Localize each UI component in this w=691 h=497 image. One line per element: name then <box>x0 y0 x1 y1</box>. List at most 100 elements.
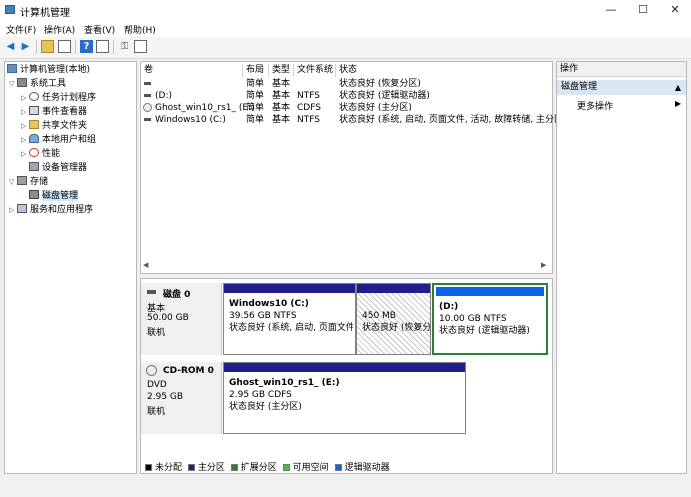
cdrom-0-label[interactable]: CD-ROM 0 DVD 2.95 GB 联机 <box>141 362 222 434</box>
table-row[interactable]: Ghost_win10_rs1_ (E:) 简单 基本 CDFS 状态良好 (主… <box>141 102 552 114</box>
menu-bar: 文件(F) 操作(A) 查看(V) 帮助(H) <box>0 21 691 37</box>
disk-map: 磁盘 0 基本 50.00 GB 联机 Windows10 (C:) 39.56… <box>140 278 553 474</box>
volume-icon <box>144 118 151 121</box>
chevron-right-icon[interactable]: ▷ <box>21 134 29 147</box>
column-filesystem[interactable]: 文件系统 <box>294 64 336 77</box>
swatch-free <box>282 464 290 471</box>
partition-recovery[interactable]: 450 MB 状态良好 (恢复分 <box>356 283 431 355</box>
storage-icon <box>17 176 27 185</box>
tools-icon <box>17 78 27 87</box>
tree-item-storage[interactable]: ▽ 存储 <box>9 176 48 189</box>
chevron-right-icon[interactable]: ▷ <box>21 120 29 133</box>
tree-item-local-users[interactable]: ▷ 本地用户和组 <box>21 134 96 147</box>
legend-item: 主分区 <box>185 463 225 473</box>
tree-item-services[interactable]: ▷ 服务和应用程序 <box>9 204 93 217</box>
logical-drive-bar <box>436 287 544 296</box>
swatch-primary <box>187 464 195 471</box>
primary-partition-bar <box>224 284 355 293</box>
help-icon[interactable]: ? <box>80 40 93 53</box>
horizontal-scrollbar[interactable]: ◀ ▶ <box>143 260 550 271</box>
menu-help[interactable]: 帮助(H) <box>124 23 156 36</box>
legend-item: 扩展分区 <box>228 463 277 473</box>
table-row[interactable]: 简单 基本 状态良好 (恢复分区) <box>141 78 552 90</box>
scroll-right-icon[interactable]: ▶ <box>541 260 550 271</box>
partition-c[interactable]: Windows10 (C:) 39.56 GB NTFS 状态良好 (系统, 启… <box>223 283 356 355</box>
folder-up-icon[interactable] <box>41 40 54 53</box>
services-icon <box>17 204 27 213</box>
maximize-button[interactable]: ☐ <box>627 0 659 21</box>
tree-item-disk-management[interactable]: 磁盘管理 <box>29 190 79 203</box>
toolbar-separator <box>36 40 37 54</box>
performance-icon <box>29 148 39 157</box>
menu-file[interactable]: 文件(F) <box>6 23 36 36</box>
view-icon[interactable] <box>134 40 147 53</box>
more-actions-link[interactable]: 更多操作 <box>577 99 613 112</box>
actions-header: 操作 <box>557 62 686 77</box>
tree-item-device-manager[interactable]: 设备管理器 <box>29 162 87 175</box>
clock-icon <box>29 92 39 101</box>
event-viewer-icon <box>29 106 39 115</box>
chevron-right-icon[interactable]: ▷ <box>21 148 29 161</box>
legend-item: 逻辑驱动器 <box>332 463 390 473</box>
key-icon[interactable]: ⚿ <box>118 40 131 53</box>
tree-item-task-scheduler[interactable]: ▷ 任务计划程序 <box>21 92 96 105</box>
show-tree-icon[interactable] <box>58 40 71 53</box>
partition-d[interactable]: (D:) 10.00 GB NTFS 状态良好 (逻辑驱动器) <box>432 283 548 355</box>
chevron-right-icon[interactable]: ▷ <box>21 92 29 105</box>
collapse-icon[interactable]: ▲ <box>675 80 681 95</box>
menu-action[interactable]: 操作(A) <box>44 23 75 36</box>
column-status[interactable]: 状态 <box>336 64 552 77</box>
properties-icon[interactable] <box>96 40 109 53</box>
tree-item-system-tools[interactable]: ▽ 系统工具 <box>9 78 66 91</box>
chevron-right-icon[interactable]: ▶ <box>675 99 681 108</box>
partition-e[interactable]: Ghost_win10_rs1_ (E:) 2.95 GB CDFS 状态良好 … <box>223 362 466 434</box>
swatch-unallocated <box>145 464 152 471</box>
tree-item-root[interactable]: 计算机管理(本地) <box>7 64 90 77</box>
app-icon <box>5 5 15 14</box>
column-type[interactable]: 类型 <box>269 64 294 77</box>
column-layout[interactable]: 布局 <box>243 64 269 77</box>
back-icon[interactable]: ◀ <box>4 40 17 53</box>
column-volume[interactable]: 卷 <box>141 64 243 77</box>
actions-pane: 操作 磁盘管理 ▲ 更多操作 ▶ <box>556 61 687 474</box>
toolbar-separator <box>75 40 76 54</box>
volume-icon <box>144 94 151 97</box>
chevron-down-icon[interactable]: ▽ <box>9 176 17 189</box>
minimize-button[interactable]: — <box>595 0 627 21</box>
navigation-tree: 计算机管理(本地) ▽ 系统工具 ▷ 任务计划程序 ▷ 事件查看器 ▷ 共享文件夹 ▷ 本… <box>4 61 137 474</box>
cd-icon <box>143 103 152 112</box>
legend: 未分配 主分区 扩展分区 可用空间 逻辑驱动器 <box>142 460 550 473</box>
actions-section-disk-management[interactable]: 磁盘管理 ▲ <box>557 80 686 95</box>
status-bar <box>0 478 691 497</box>
toolbar-separator <box>113 40 114 54</box>
primary-partition-bar <box>224 363 465 372</box>
volume-list: 卷 布局 类型 文件系统 状态 简单 基本 状态良好 (恢复分区) (D:) 简… <box>140 61 567 274</box>
table-row[interactable]: (D:) 简单 基本 NTFS 状态良好 (逻辑驱动器) <box>141 90 552 102</box>
chevron-down-icon[interactable]: ▽ <box>9 78 17 91</box>
swatch-extended <box>230 464 238 471</box>
table-row[interactable]: Windows10 (C:) 简单 基本 NTFS 状态良好 (系统, 启动, … <box>141 114 567 126</box>
scroll-left-icon[interactable]: ◀ <box>143 260 152 271</box>
tree-item-performance[interactable]: ▷ 性能 <box>21 148 60 161</box>
volume-icon <box>144 82 151 85</box>
toolbar: ◀ ▶ ? ⚿ <box>0 37 691 59</box>
device-manager-icon <box>29 162 39 171</box>
close-button[interactable]: ✕ <box>659 0 691 21</box>
primary-partition-bar <box>357 284 430 293</box>
tree-item-event-viewer[interactable]: ▷ 事件查看器 <box>21 106 87 119</box>
legend-item: 未分配 <box>142 463 182 473</box>
computer-icon <box>7 64 17 73</box>
tree-item-shared-folders[interactable]: ▷ 共享文件夹 <box>21 120 87 133</box>
window-title: 计算机管理 <box>20 8 70 19</box>
chevron-right-icon[interactable]: ▷ <box>21 106 29 119</box>
forward-icon[interactable]: ▶ <box>19 40 32 53</box>
cd-icon <box>146 365 157 376</box>
legend-item: 可用空间 <box>280 463 329 473</box>
users-icon <box>29 134 39 143</box>
chevron-right-icon[interactable]: ▷ <box>9 204 17 217</box>
swatch-logical <box>334 464 342 471</box>
disk-icon <box>147 290 156 294</box>
disk-0-label[interactable]: 磁盘 0 基本 50.00 GB 联机 <box>141 283 222 355</box>
title-bar: 计算机管理 — ☐ ✕ <box>0 0 691 21</box>
menu-view[interactable]: 查看(V) <box>84 23 115 36</box>
